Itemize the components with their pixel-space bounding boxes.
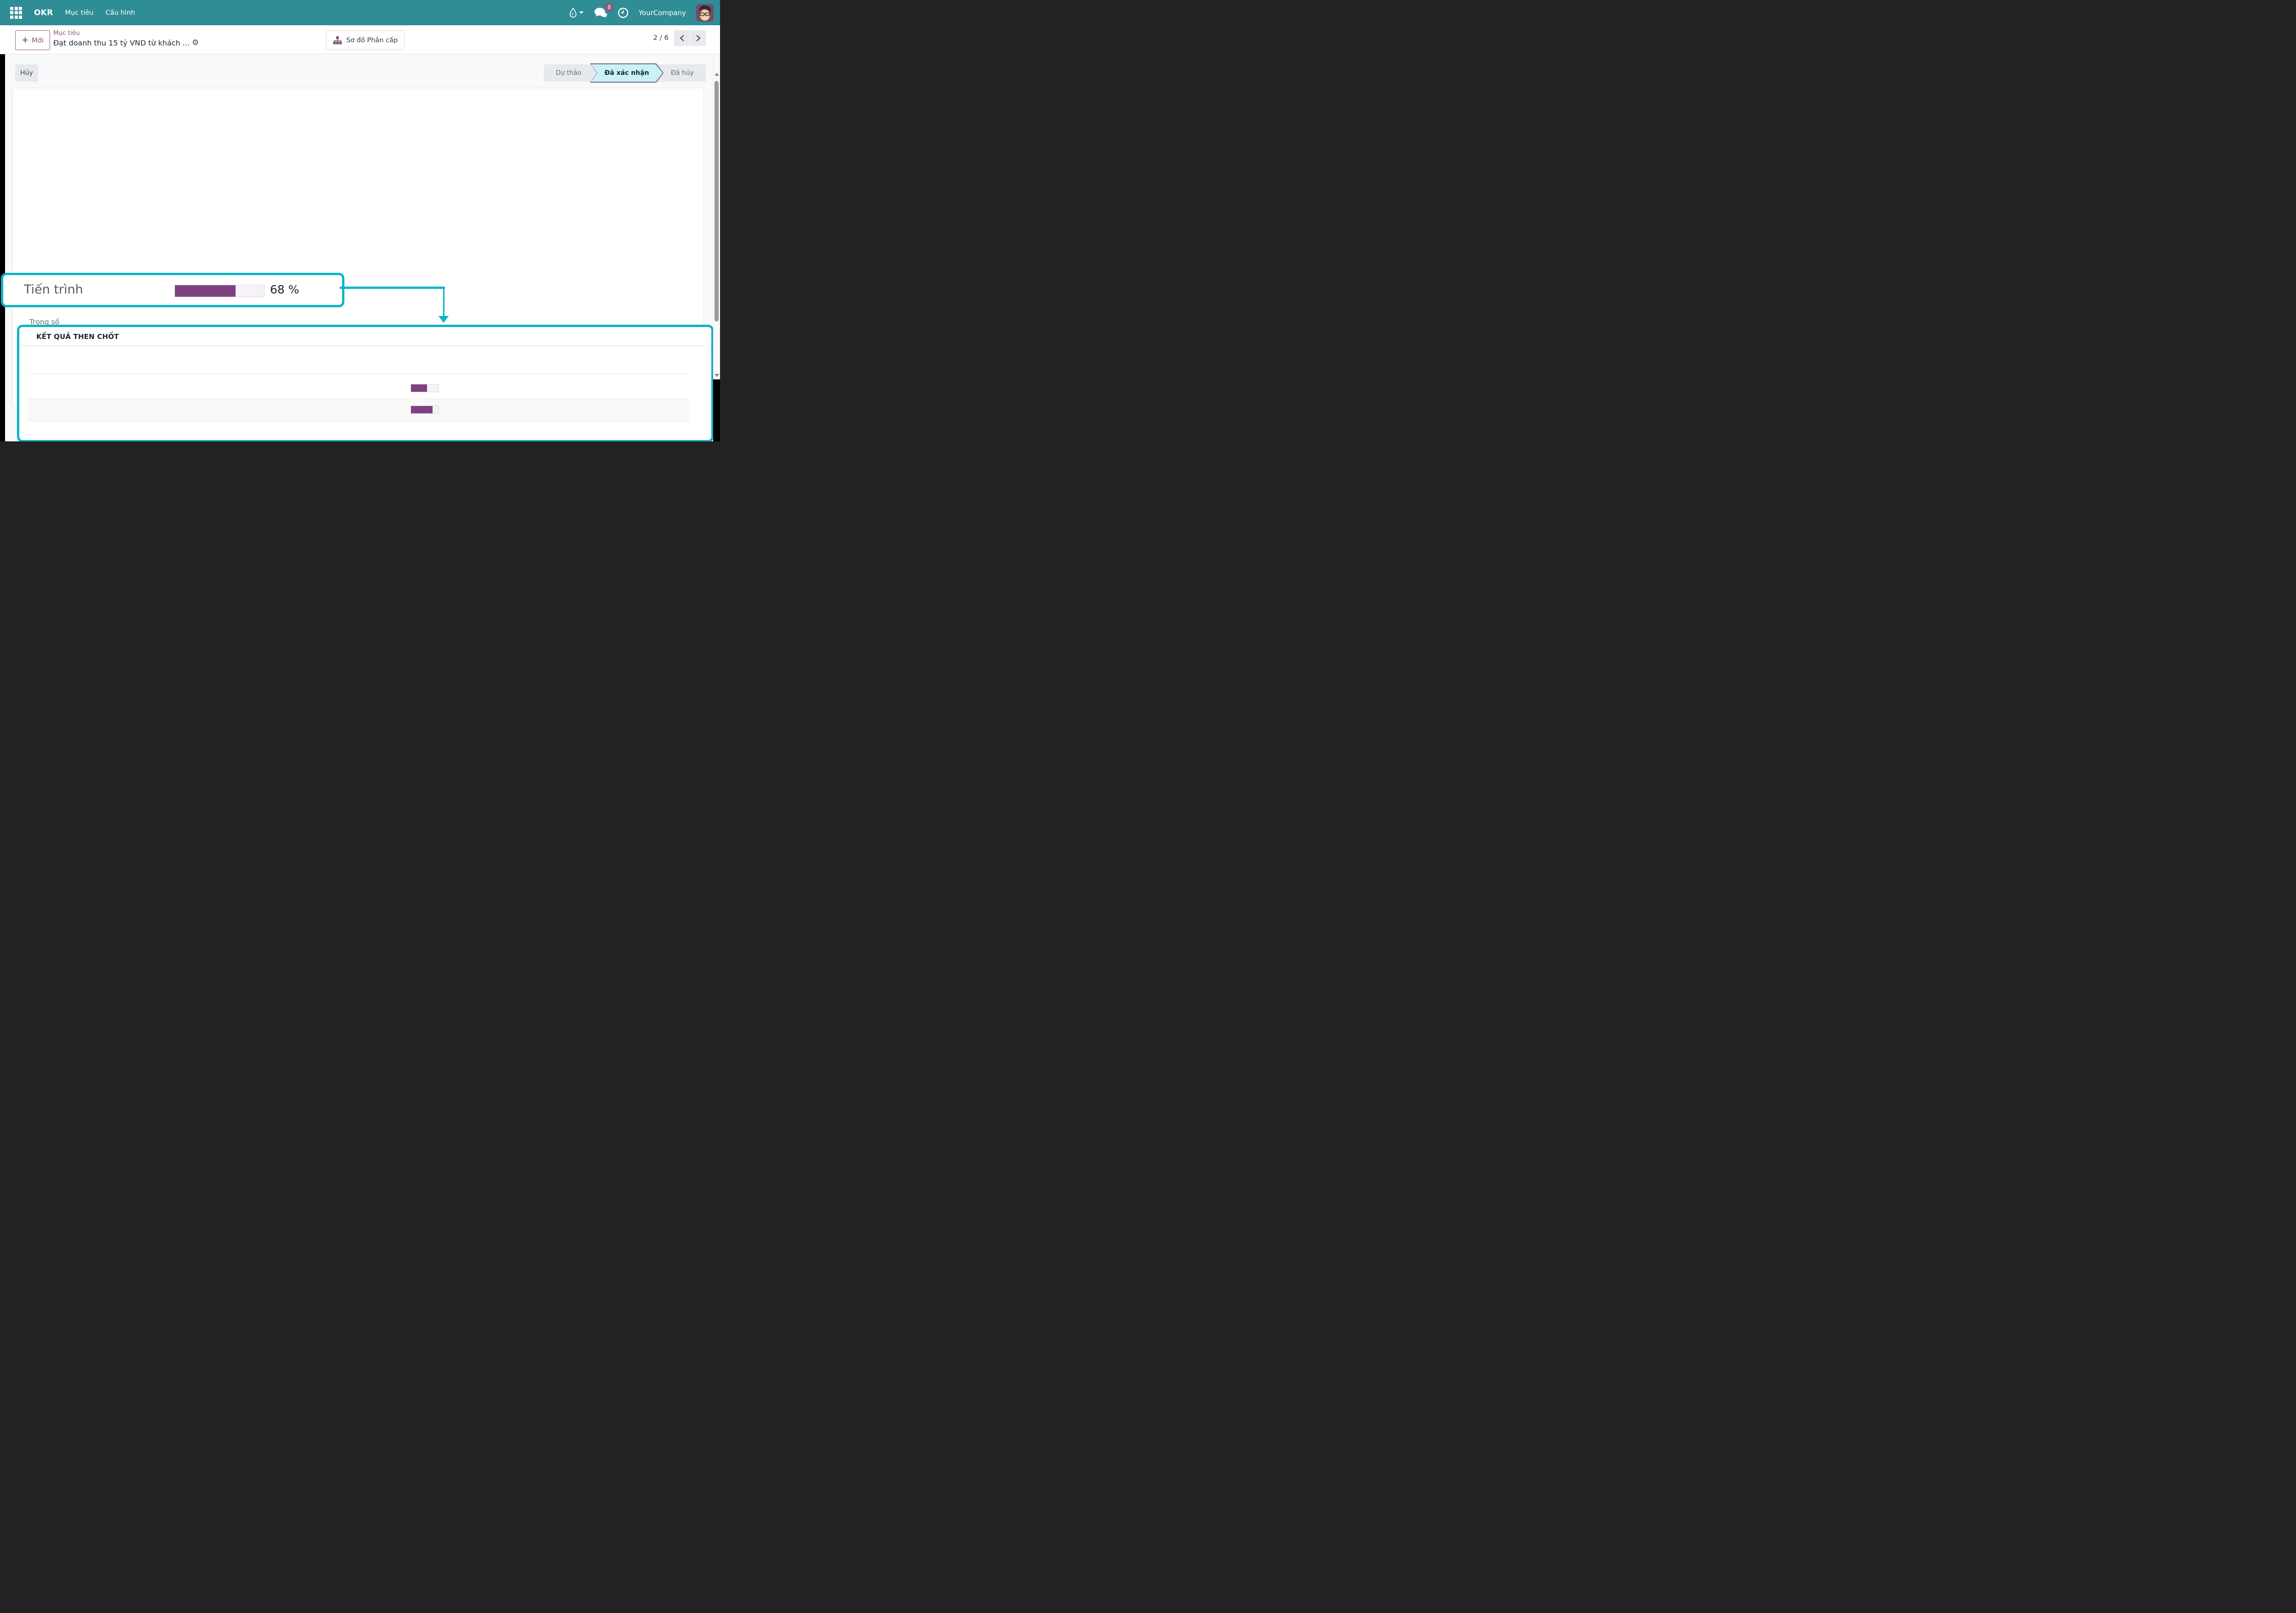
row-progress-bar [411,406,439,414]
section-divider [20,345,706,346]
top-navbar: OKR Mục tiêu Cấu hình 8 YourCompany [0,0,720,25]
gear-icon[interactable]: ⚙ [192,38,199,47]
row-progress-fill [411,384,427,392]
pager-previous-button[interactable] [674,30,690,46]
messages-icon[interactable]: 8 [594,7,608,19]
new-record-button[interactable]: + Mới [15,30,50,50]
pager-count: 2 / 6 [647,34,669,42]
debug-droplet-icon[interactable] [569,8,584,18]
pager [674,30,706,46]
page-title: Đạt doanh thu 15 tỷ VND từ khách ... [53,39,190,47]
scrollbar-up-arrow-icon[interactable] [715,73,719,76]
stage-du-thao[interactable]: Dự thảo [544,64,593,82]
okr-app-window: OKR Mục tiêu Cấu hình 8 YourCompany [0,0,720,441]
row-progress-bar [411,384,439,392]
screenshot-black-corner [713,379,720,441]
apps-menu-icon[interactable] [10,7,22,19]
row-progress-fill [411,406,433,413]
progress-field-label: Tiến trình [24,282,83,297]
progress-bar [174,285,264,297]
callout-connector-horizontal [340,287,445,289]
cancel-button[interactable]: Hủy [15,64,38,82]
progress-bar-fill [175,285,236,297]
key-results-section-title: KẾT QUẢ THEN CHỐT [36,333,119,341]
user-avatar[interactable] [696,4,714,22]
stage-da-xac-nhan-active[interactable]: Đã xác nhận [590,63,664,83]
table-row-stripe [28,399,690,421]
activities-clock-icon[interactable] [618,7,629,18]
control-panel: + Mới Mục tiêu Đạt doanh thu 15 tỷ VND t… [0,25,720,54]
callout-arrow-down-icon [439,316,449,323]
breadcrumb[interactable]: Mục tiêu [53,29,80,37]
menu-cau-hinh[interactable]: Cấu hình [106,9,135,17]
scrollbar-down-arrow-icon[interactable] [715,374,719,377]
new-button-label: Mới [32,36,44,45]
hierarchy-view-button[interactable]: Sơ đồ Phân cấp [326,30,405,50]
plus-icon: + [22,36,29,45]
active-stage-label: Đã xác nhận [591,64,663,82]
scrollbar-thumb[interactable] [715,81,719,321]
progress-percent: 68 % [270,283,299,296]
key-results-callout-box [17,325,714,441]
message-count-badge: 8 [605,3,614,12]
sitemap-icon [333,36,342,45]
window-left-edge [0,54,5,441]
callout-connector-vertical [443,288,445,316]
pager-next-button[interactable] [690,30,706,46]
menu-muc-tieu[interactable]: Mục tiêu [65,9,94,17]
stage-da-huy[interactable]: Đã hủy [659,64,705,82]
app-title[interactable]: OKR [34,8,53,17]
chevron-down-icon [579,11,584,14]
company-switcher[interactable]: YourCompany [639,9,686,17]
hierarchy-button-label: Sơ đồ Phân cấp [346,37,398,44]
